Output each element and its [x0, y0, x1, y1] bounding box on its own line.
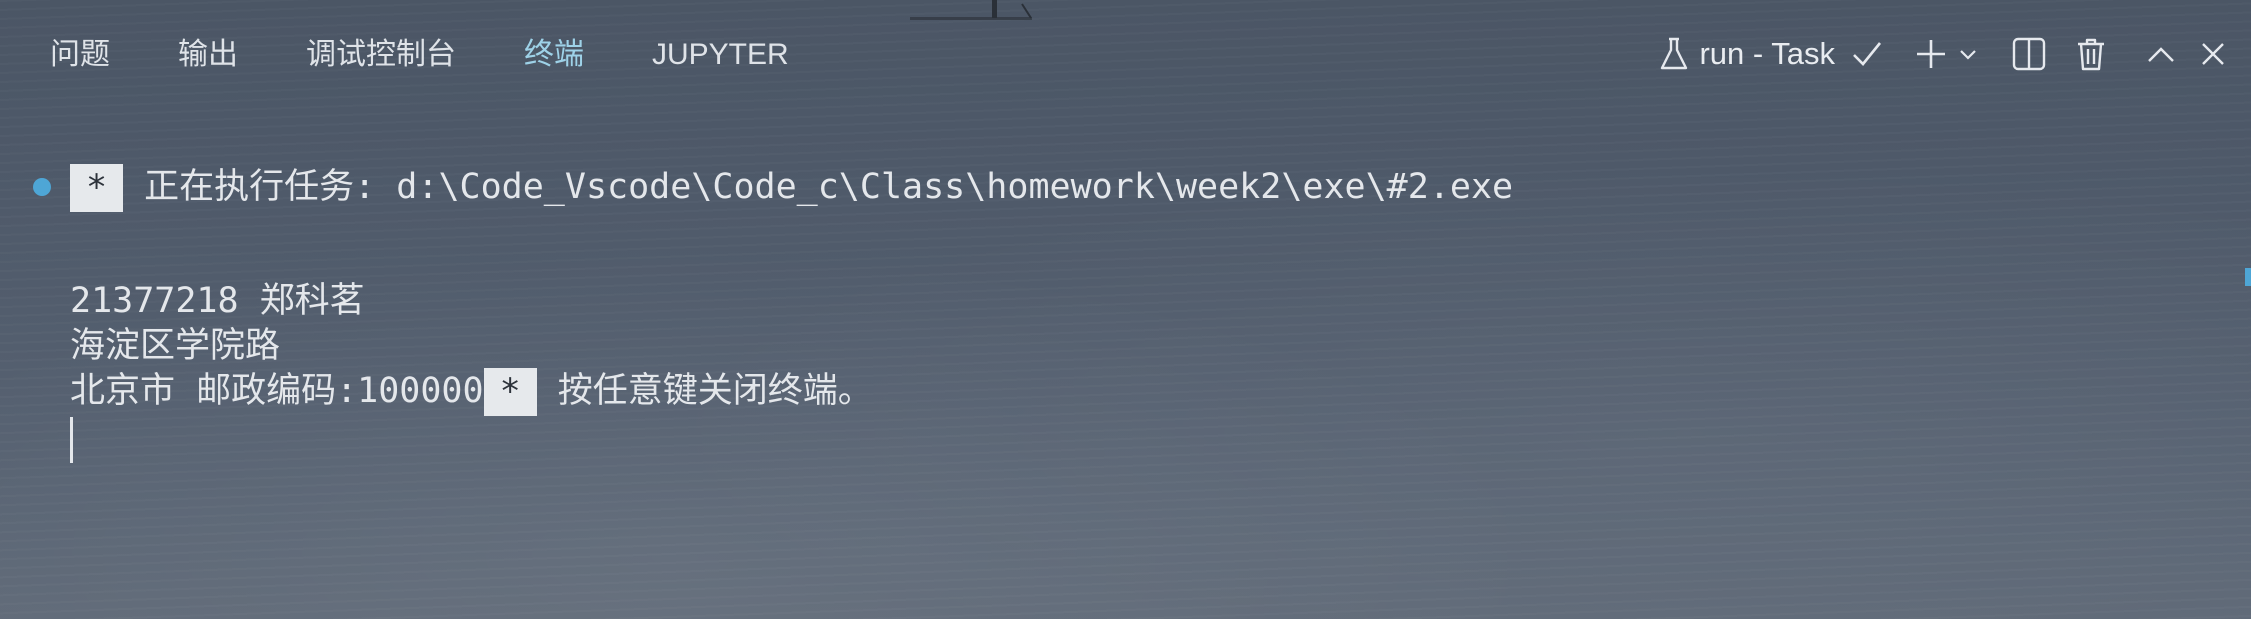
close-prompt: 按任意键关闭终端。	[557, 371, 873, 411]
tab-jupyter[interactable]: JUPYTER	[652, 30, 789, 80]
kill-terminal-button[interactable]	[2071, 26, 2111, 82]
task-line: * 正在执行任务: d:\Code_Vscode\Code_c\Class\ho…	[70, 162, 1513, 212]
scrollbar-marker[interactable]	[2245, 268, 2251, 286]
new-terminal-button[interactable]	[1911, 26, 1951, 82]
task-badge: *	[70, 164, 124, 212]
task-command: 正在执行任务: d:\Code_Vscode\Code_c\Class\home…	[144, 167, 1514, 207]
chevron-up-icon	[2147, 45, 2175, 63]
maximize-panel-button[interactable]	[2141, 26, 2181, 82]
panel-header: 问题 输出 调试控制台 终端 JUPYTER run - Task	[0, 0, 2251, 110]
plus-icon	[1915, 38, 1947, 70]
task-selector[interactable]: run - Task	[1659, 26, 1835, 82]
close-icon	[2200, 41, 2226, 67]
terminal-output[interactable]: * 正在执行任务: d:\Code_Vscode\Code_c\Class\ho…	[0, 110, 2251, 619]
panel-tabs: 问题 输出 调试控制台 终端 JUPYTER	[50, 30, 857, 80]
chevron-down-icon	[1959, 48, 1977, 60]
tab-problems[interactable]: 问题	[50, 30, 110, 80]
split-icon	[2012, 37, 2046, 71]
close-panel-button[interactable]	[2193, 26, 2233, 82]
tab-debug-console[interactable]: 调试控制台	[306, 30, 456, 80]
trash-icon	[2076, 37, 2106, 71]
flask-icon	[1659, 36, 1689, 72]
terminal-dropdown-button[interactable]	[1957, 26, 1979, 82]
check-button[interactable]	[1847, 26, 1887, 82]
output-line: 21377218 郑科茗	[70, 281, 365, 321]
text-cursor	[70, 417, 73, 463]
task-status-indicator	[33, 178, 51, 196]
task-name: run - Task	[1699, 36, 1835, 71]
output-text: 北京市 邮政编码:100000	[70, 371, 484, 411]
tab-output[interactable]: 输出	[178, 30, 238, 80]
close-badge: *	[483, 368, 537, 416]
panel-actions: run - Task	[1659, 26, 2233, 82]
output-line-final: 北京市 邮政编码:100000 * 按任意键关闭终端。	[70, 366, 873, 416]
check-icon	[1851, 40, 1883, 68]
tab-terminal[interactable]: 终端	[524, 30, 584, 80]
output-line: 海淀区学院路	[70, 326, 281, 366]
split-terminal-button[interactable]	[2009, 26, 2049, 82]
